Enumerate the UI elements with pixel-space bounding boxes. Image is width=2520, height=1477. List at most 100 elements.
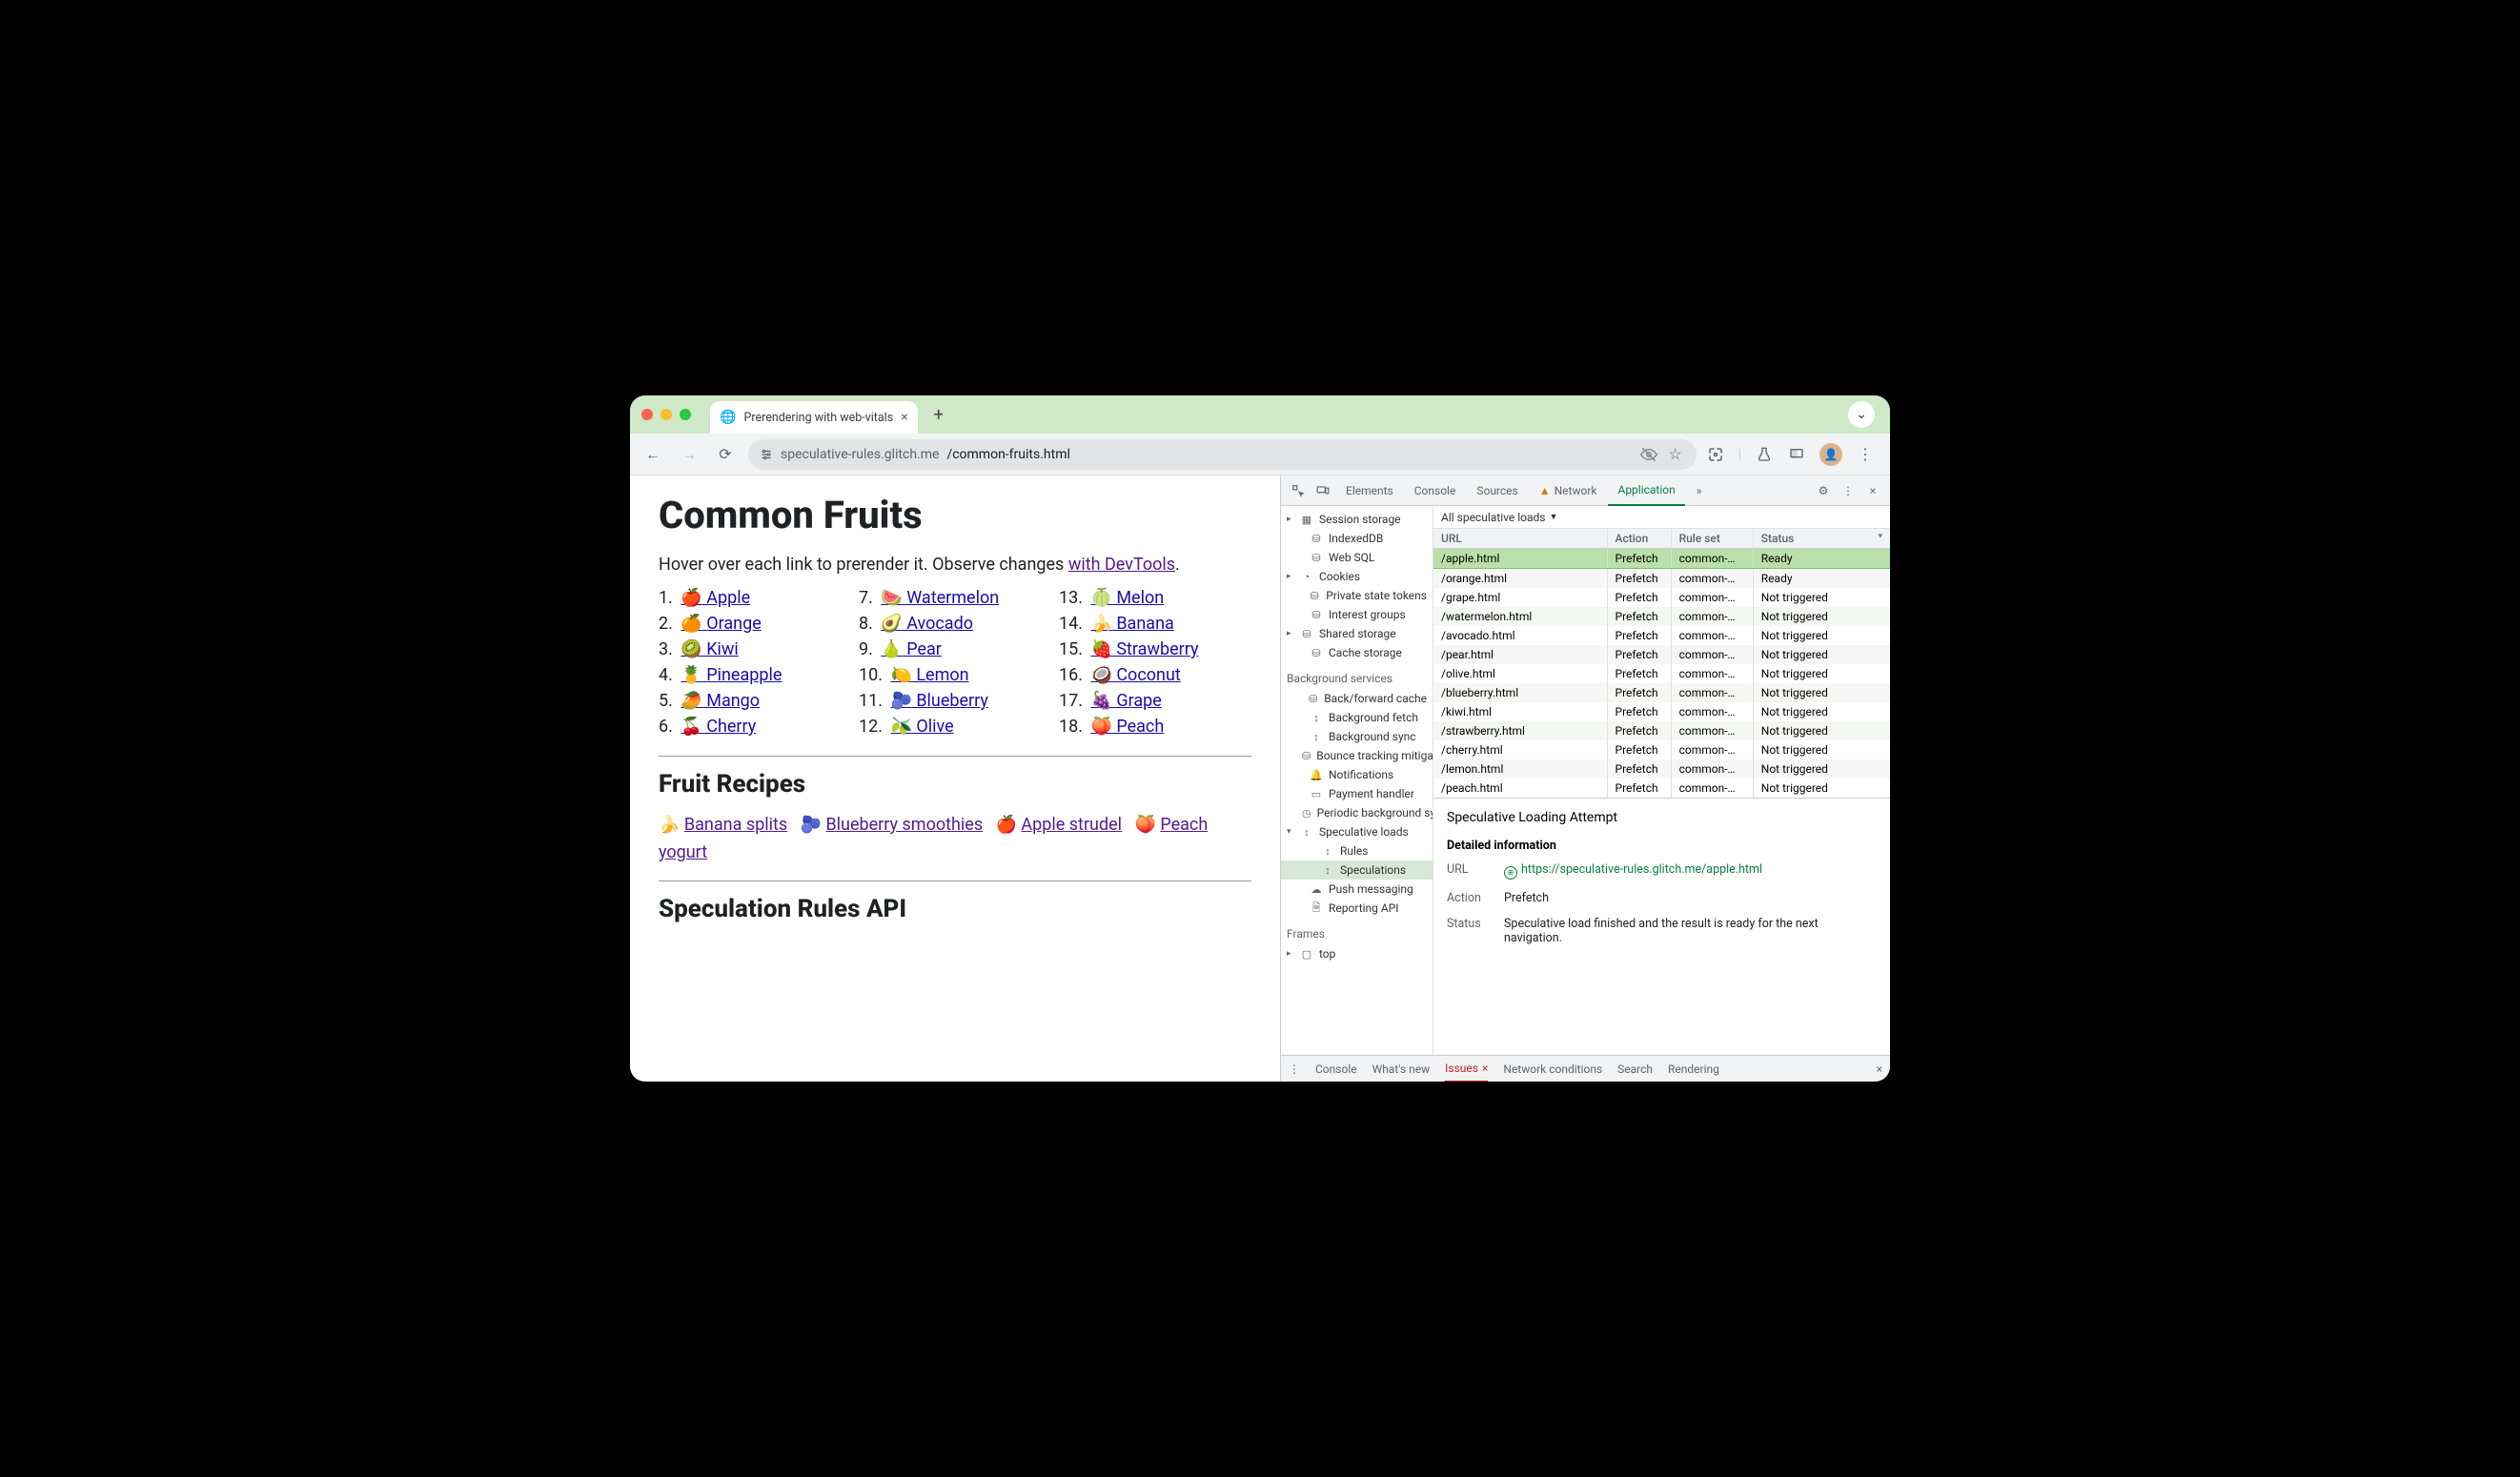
sidebar-item[interactable]: ⛁Back/forward cache <box>1281 689 1433 708</box>
tab-network[interactable]: ▲Network <box>1530 475 1607 506</box>
drawer-netcond[interactable]: Network conditions <box>1503 1062 1602 1076</box>
fruit-link[interactable]: 🍍 Pineapple <box>681 665 782 685</box>
fruit-link[interactable]: 🍊 Orange <box>681 614 761 634</box>
fruit-link[interactable]: 🍇 Grape <box>1090 691 1161 711</box>
fruit-link[interactable]: 🍋 Lemon <box>890 665 968 685</box>
new-tab-button[interactable]: + <box>925 401 952 428</box>
sidebar-item[interactable]: 🔔Notifications <box>1281 765 1433 784</box>
speculation-filter[interactable]: All speculative loads ▼ <box>1433 506 1890 529</box>
drawer-rendering[interactable]: Rendering <box>1668 1062 1719 1076</box>
tab-sources[interactable]: Sources <box>1467 475 1527 506</box>
tab-console[interactable]: Console <box>1405 475 1466 506</box>
table-row[interactable]: /grape.htmlPrefetchcommon-…Not triggered <box>1433 588 1890 607</box>
fruit-link[interactable]: 🍉 Watermelon <box>881 588 999 608</box>
close-icon[interactable]: × <box>1482 1062 1488 1075</box>
sidebar-item[interactable]: ▸▢top <box>1281 944 1433 963</box>
recipe-link[interactable]: Banana splits <box>684 815 787 835</box>
table-row[interactable]: /avocado.htmlPrefetchcommon-…Not trigger… <box>1433 626 1890 645</box>
bookmark-star-icon[interactable]: ☆ <box>1666 445 1685 464</box>
table-row[interactable]: /watermelon.htmlPrefetchcommon-…Not trig… <box>1433 607 1890 626</box>
table-header[interactable]: Action <box>1607 529 1671 549</box>
back-button[interactable]: ← <box>640 441 666 468</box>
tabs-dropdown-button[interactable]: ⌄ <box>1848 401 1875 428</box>
sidebar-item[interactable]: ☁Push messaging <box>1281 880 1433 899</box>
devtools-link[interactable]: with DevTools <box>1068 555 1175 575</box>
fruit-link[interactable]: 🍓 Strawberry <box>1090 639 1198 659</box>
fruit-link[interactable]: 🫒 Olive <box>890 717 953 737</box>
tab-elements[interactable]: Elements <box>1336 475 1403 506</box>
sidebar-item[interactable]: 🗎Reporting API <box>1281 899 1433 918</box>
inspect-icon[interactable] <box>1287 484 1310 497</box>
table-row[interactable]: /apple.htmlPrefetchcommon-…Ready <box>1433 549 1890 569</box>
fruit-link[interactable]: 🫐 Blueberry <box>890 691 987 711</box>
fruit-link[interactable]: 🍎 Apple <box>681 588 750 608</box>
sidebar-item[interactable]: ▸◔Cookies <box>1281 567 1433 586</box>
drawer-issues[interactable]: Issues × <box>1445 1056 1488 1082</box>
site-settings-icon[interactable] <box>760 448 773 461</box>
sidebar-item[interactable]: ▸▦Session storage <box>1281 510 1433 529</box>
device-toggle-icon[interactable] <box>1311 484 1334 497</box>
close-devtools-icon[interactable]: × <box>1861 484 1884 497</box>
table-header[interactable]: Status <box>1753 529 1890 549</box>
settings-gear-icon[interactable]: ⚙ <box>1812 484 1835 497</box>
drawer-search[interactable]: Search <box>1617 1062 1653 1076</box>
fruit-link[interactable]: 🥭 Mango <box>681 691 760 711</box>
detail-url-value[interactable]: ⊕https://speculative-rules.glitch.me/app… <box>1504 862 1877 880</box>
fruit-link[interactable]: 🍌 Banana <box>1090 614 1173 634</box>
sidebar-item[interactable]: ⛁Private state tokens <box>1281 586 1433 605</box>
sidebar-item[interactable]: ⛁Bounce tracking mitigations <box>1281 746 1433 765</box>
sidebar-item[interactable]: ▭Payment handler <box>1281 784 1433 803</box>
sidebar-item[interactable]: ▸⛁Shared storage <box>1281 624 1433 643</box>
fruit-link[interactable]: 🍒 Cherry <box>681 717 756 737</box>
fruit-link[interactable]: 🥥 Coconut <box>1090 665 1180 685</box>
table-row[interactable]: /orange.htmlPrefetchcommon-…Ready <box>1433 569 1890 589</box>
table-row[interactable]: /strawberry.htmlPrefetchcommon-…Not trig… <box>1433 721 1890 740</box>
fruit-link[interactable]: 🍑 Peach <box>1090 717 1164 737</box>
table-row[interactable]: /lemon.htmlPrefetchcommon-…Not triggered <box>1433 759 1890 779</box>
drawer-kebab-icon[interactable]: ⋮ <box>1289 1062 1300 1076</box>
recipe-link[interactable]: Apple strudel <box>1021 815 1122 835</box>
profile-avatar[interactable]: 👤 <box>1819 443 1842 466</box>
close-window-button[interactable] <box>641 409 653 420</box>
flask-icon[interactable] <box>1755 445 1774 464</box>
extensions-icon[interactable] <box>1706 445 1725 464</box>
fruit-link[interactable]: 🥑 Avocado <box>881 614 973 634</box>
sidebar-item[interactable]: ⛁IndexedDB <box>1281 529 1433 548</box>
devtools-kebab-icon[interactable]: ⋮ <box>1837 484 1860 497</box>
tab-application[interactable]: Application <box>1608 475 1684 506</box>
recipe-link[interactable]: Blueberry smoothies <box>825 815 983 835</box>
sidebar-item[interactable]: ⛁Cache storage <box>1281 643 1433 662</box>
table-row[interactable]: /cherry.htmlPrefetchcommon-…Not triggere… <box>1433 740 1890 759</box>
table-row[interactable]: /peach.htmlPrefetchcommon-…Not triggered <box>1433 779 1890 798</box>
table-row[interactable]: /olive.htmlPrefetchcommon-…Not triggered <box>1433 664 1890 683</box>
fruit-link[interactable]: 🍐 Pear <box>881 639 942 659</box>
browser-tab[interactable]: 🌐 Prerendering with web-vitals × <box>710 401 918 434</box>
maximize-window-button[interactable] <box>680 409 691 420</box>
reload-button[interactable]: ⟳ <box>712 441 739 468</box>
sidebar-item[interactable]: ◷Periodic background sync <box>1281 803 1433 822</box>
sidebar-item[interactable]: ↕Rules <box>1281 841 1433 860</box>
sidebar-item[interactable]: ↕Background sync <box>1281 727 1433 746</box>
table-header[interactable]: Rule set <box>1671 529 1753 549</box>
fruit-link[interactable]: 🍈 Melon <box>1090 588 1164 608</box>
close-tab-button[interactable]: × <box>901 410 907 425</box>
tab-more[interactable]: » <box>1687 475 1712 506</box>
forward-button[interactable]: → <box>676 441 702 468</box>
table-header[interactable]: URL <box>1433 529 1607 549</box>
address-bar[interactable]: speculative-rules.glitch.me/common-fruit… <box>748 439 1697 470</box>
drawer-whatsnew[interactable]: What's new <box>1372 1062 1431 1076</box>
table-row[interactable]: /pear.htmlPrefetchcommon-…Not triggered <box>1433 645 1890 664</box>
table-row[interactable]: /blueberry.htmlPrefetchcommon-…Not trigg… <box>1433 683 1890 702</box>
eye-off-icon[interactable] <box>1639 445 1658 464</box>
sidebar-item[interactable]: ▾↕Speculative loads <box>1281 822 1433 841</box>
fruit-link[interactable]: 🥝 Kiwi <box>681 639 738 659</box>
sidebar-item[interactable]: ⛁Interest groups <box>1281 605 1433 624</box>
sidebar-item[interactable]: ↕Background fetch <box>1281 708 1433 727</box>
sidebar-item-speculations[interactable]: ↕Speculations <box>1281 860 1433 880</box>
kebab-menu-icon[interactable]: ⋮ <box>1856 445 1875 464</box>
table-row[interactable]: /kiwi.htmlPrefetchcommon-…Not triggered <box>1433 702 1890 721</box>
drawer-console[interactable]: Console <box>1315 1062 1357 1076</box>
devices-icon[interactable] <box>1787 445 1806 464</box>
close-drawer-icon[interactable]: × <box>1877 1062 1882 1076</box>
sidebar-item[interactable]: ⛁Web SQL <box>1281 548 1433 567</box>
